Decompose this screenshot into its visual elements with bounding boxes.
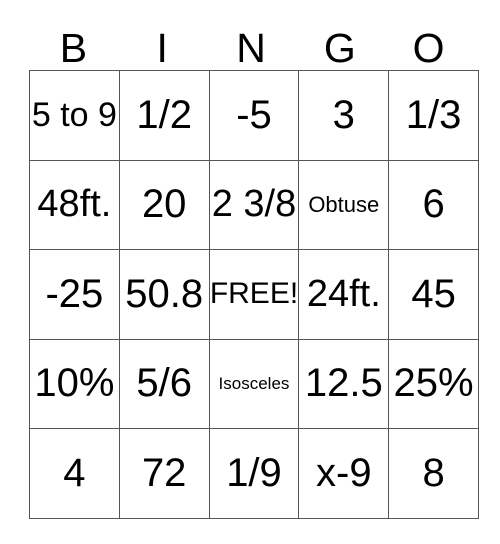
- bingo-cell-b3[interactable]: -25: [29, 249, 120, 340]
- bingo-header-letter-i: I: [156, 25, 168, 71]
- bingo-cell-label: 50.8: [125, 271, 204, 316]
- bingo-cell-o4[interactable]: 25%: [388, 338, 479, 430]
- bingo-cell-label: -25: [45, 271, 104, 316]
- bingo-cell-o5[interactable]: 8: [388, 428, 479, 519]
- bingo-cell-b5[interactable]: 4: [29, 428, 120, 519]
- bingo-cell-o2[interactable]: 6: [388, 159, 479, 251]
- bingo-cell-i3[interactable]: 50.8: [118, 249, 210, 340]
- bingo-cell-label: 2 3/8: [211, 183, 297, 226]
- bingo-cell-g3[interactable]: 24ft.: [298, 249, 390, 340]
- bingo-cell-label: 48ft.: [37, 183, 112, 226]
- bingo-cell-b1[interactable]: 5 to 9: [29, 70, 120, 161]
- bingo-cell-label: x-9: [316, 451, 372, 496]
- bingo-cell-b4[interactable]: 10%: [29, 338, 120, 430]
- bingo-card: B I N G O 5 to 9 1/2 -5 3 1/3 48ft. 20 2…: [29, 18, 479, 519]
- bingo-cell-g4[interactable]: 12.5: [298, 338, 390, 430]
- bingo-cell-label: 1/2: [136, 92, 192, 137]
- bingo-cell-i5[interactable]: 72: [118, 428, 210, 519]
- bingo-grid: 5 to 9 1/2 -5 3 1/3 48ft. 20 2 3/8 Obtus…: [29, 70, 479, 519]
- bingo-cell-n5[interactable]: 1/9: [208, 428, 300, 519]
- bingo-cell-n1[interactable]: -5: [208, 70, 300, 161]
- bingo-cell-label: 6: [422, 182, 445, 227]
- bingo-row: 10% 5/6 Isosceles 12.5 25%: [29, 338, 479, 430]
- bingo-cell-i1[interactable]: 1/2: [118, 70, 210, 161]
- bingo-cell-label: 5/6: [136, 361, 192, 406]
- bingo-cell-label: 5 to 9: [31, 95, 117, 134]
- bingo-cell-g5[interactable]: x-9: [298, 428, 390, 519]
- bingo-header-row: B I N G O: [29, 18, 473, 70]
- bingo-cell-label: 1/3: [405, 92, 462, 137]
- bingo-header-letter-b: B: [59, 25, 88, 71]
- bingo-cell-g2[interactable]: Obtuse: [298, 159, 390, 251]
- bingo-cell-label: 24ft.: [306, 272, 381, 315]
- bingo-cell-label: 25%: [393, 361, 474, 406]
- bingo-cell-o1[interactable]: 1/3: [388, 70, 479, 161]
- bingo-cell-i2[interactable]: 20: [118, 159, 210, 251]
- bingo-cell-label: -5: [236, 92, 272, 137]
- bingo-cell-label: 45: [411, 271, 456, 316]
- bingo-header-letter-o: O: [412, 25, 445, 71]
- bingo-cell-label: Isosceles: [218, 373, 290, 393]
- bingo-free-space-label: FREE!: [209, 277, 299, 311]
- bingo-header-letter-g: G: [323, 25, 356, 71]
- bingo-cell-o3[interactable]: 45: [388, 249, 479, 340]
- bingo-row: -25 50.8 FREE! 24ft. 45: [29, 249, 479, 340]
- bingo-row: 4 72 1/9 x-9 8: [29, 428, 479, 519]
- bingo-header-letter-n: N: [236, 25, 266, 71]
- bingo-cell-n4[interactable]: Isosceles: [208, 338, 300, 430]
- bingo-cell-g1[interactable]: 3: [298, 70, 390, 161]
- bingo-cell-label: 12.5: [304, 361, 383, 406]
- bingo-cell-label: 4: [63, 451, 86, 496]
- bingo-cell-label: 3: [332, 92, 355, 137]
- bingo-cell-free-space[interactable]: FREE!: [208, 249, 300, 340]
- bingo-cell-label: 8: [422, 451, 445, 496]
- bingo-cell-label: 72: [141, 451, 187, 496]
- bingo-cell-label: 1/9: [226, 451, 282, 496]
- bingo-row: 48ft. 20 2 3/8 Obtuse 6: [29, 159, 479, 251]
- bingo-cell-b2[interactable]: 48ft.: [29, 159, 120, 251]
- bingo-cell-label: 20: [141, 182, 187, 227]
- bingo-cell-label: Obtuse: [308, 192, 380, 218]
- bingo-cell-n2[interactable]: 2 3/8: [208, 159, 300, 251]
- bingo-row: 5 to 9 1/2 -5 3 1/3: [29, 70, 479, 161]
- bingo-cell-label: 10%: [34, 361, 115, 406]
- bingo-cell-i4[interactable]: 5/6: [118, 338, 210, 430]
